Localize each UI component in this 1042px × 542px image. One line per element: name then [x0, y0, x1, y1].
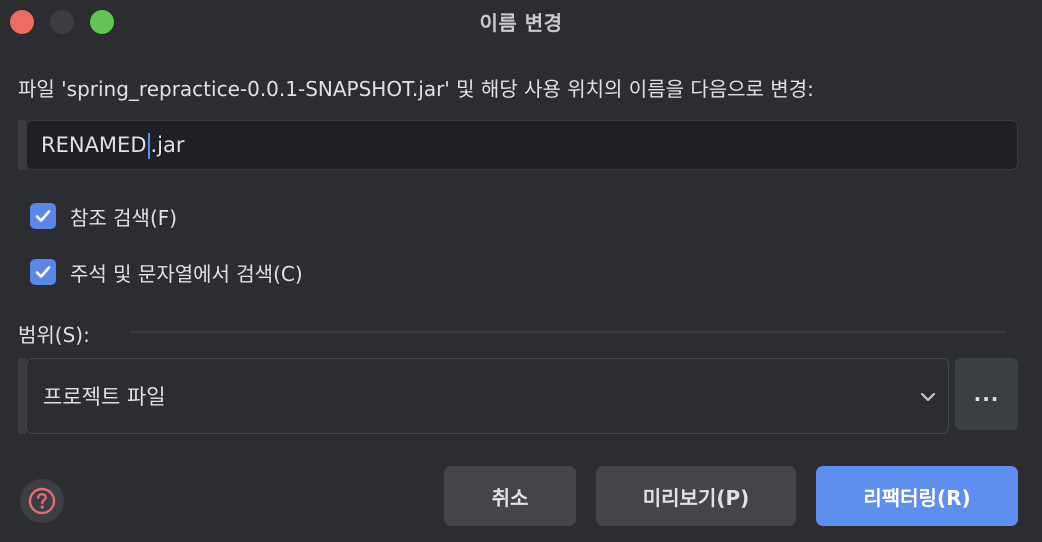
scope-label: 범위(S): — [18, 323, 90, 347]
checkbox-label: 참조 검색(F) — [70, 205, 178, 230]
option-search-comments-strings[interactable]: 주석 및 문자열에서 검색(C) — [30, 257, 303, 287]
checkbox-checked-icon[interactable] — [30, 203, 56, 229]
dialog-title: 이름 변경 — [479, 11, 563, 35]
input-accent-bar — [18, 120, 26, 170]
new-name-input[interactable]: RENAMED .jar — [26, 120, 1018, 170]
title-bar: 이름 변경 — [0, 0, 1042, 42]
rename-prompt: 파일 'spring_repractice-0.0.1-SNAPSHOT.jar… — [18, 77, 814, 101]
preview-button[interactable]: 미리보기(P) — [596, 466, 796, 526]
scope-separator — [130, 331, 1006, 333]
help-circle-icon[interactable] — [20, 479, 64, 523]
checkbox-label: 주석 및 문자열에서 검색(C) — [70, 261, 303, 286]
input-value-after-caret: .jar — [150, 133, 185, 157]
scope-more-button[interactable]: ... — [955, 358, 1018, 430]
chevron-down-icon — [920, 392, 936, 402]
scope-selected-value: 프로젝트 파일 — [43, 385, 166, 409]
text-caret — [147, 133, 150, 159]
refactor-button[interactable]: 리팩터링(R) — [816, 466, 1018, 526]
option-search-references[interactable]: 참조 검색(F) — [30, 201, 177, 231]
select-accent-bar — [18, 358, 26, 434]
rename-dialog: 이름 변경 파일 'spring_repractice-0.0.1-SNAPSH… — [0, 0, 1042, 542]
input-value-before-caret: RENAMED — [41, 133, 147, 157]
checkbox-checked-icon[interactable] — [30, 259, 56, 285]
scope-dropdown[interactable]: 프로젝트 파일 — [26, 358, 949, 434]
cancel-button[interactable]: 취소 — [444, 466, 576, 526]
